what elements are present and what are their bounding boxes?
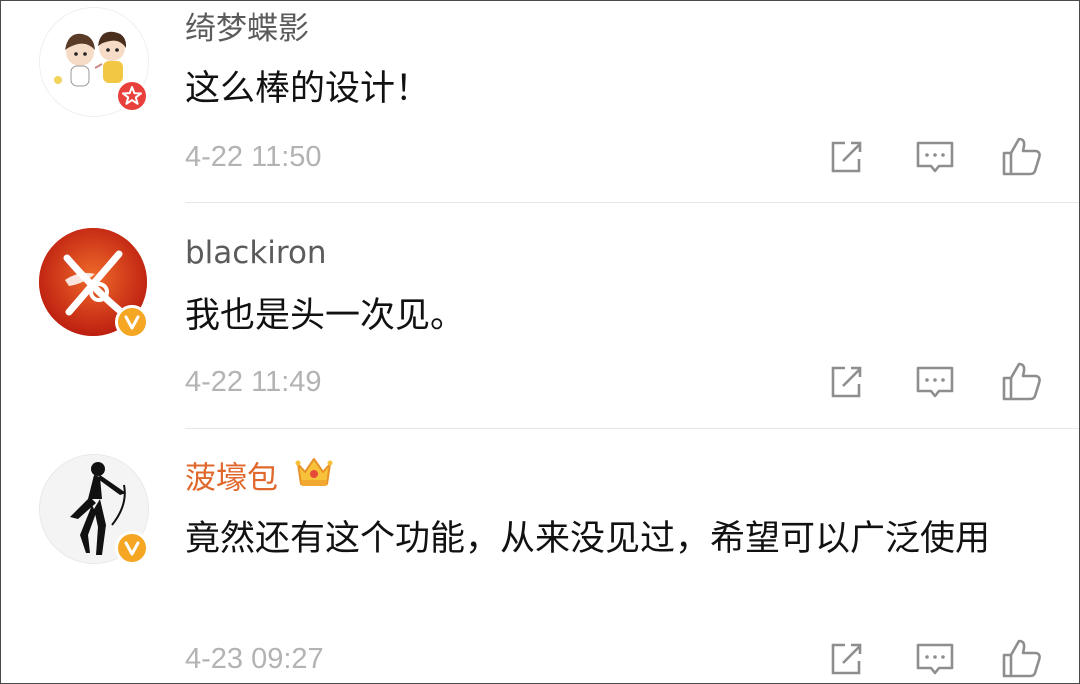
username-text: 菠壕包 [185, 460, 278, 497]
timestamp: 4-23 09:27 [185, 643, 324, 675]
timestamp: 4-22 11:50 [185, 141, 322, 173]
red-star-badge [115, 79, 149, 113]
comment-text: 竟然还有这个功能，从来没见过，希望可以广泛使用 [185, 519, 991, 559]
thumbs-up-icon[interactable] [999, 636, 1045, 682]
reply-icon[interactable] [912, 359, 958, 405]
comment-item: 菠壕包 竟然还有这个功能，从来没见过，希望可以广泛使用 4-23 09:27 [1, 429, 1079, 683]
comment-list: 绮梦蝶影 这么棒的设计！ 4-22 11:50 blackiron 我也是头一次… [0, 0, 1080, 684]
comment-actions [821, 134, 1045, 180]
comment-item: blackiron 我也是头一次见。 4-22 11:49 [1, 203, 1079, 429]
yellow-v-badge [115, 305, 149, 339]
share-icon[interactable] [823, 134, 869, 180]
username[interactable]: 绮梦蝶影 [185, 9, 309, 49]
yellow-v-badge [115, 531, 149, 565]
comment-actions [821, 359, 1045, 405]
share-icon[interactable] [823, 636, 869, 682]
comment-text: 这么棒的设计！ [185, 69, 431, 109]
username[interactable]: blackiron [185, 233, 327, 273]
crown-icon [294, 454, 334, 500]
username[interactable]: 菠壕包 [185, 457, 334, 503]
timestamp: 4-22 11:49 [185, 366, 322, 398]
comment-text: 我也是头一次见。 [185, 296, 466, 336]
reply-icon[interactable] [912, 636, 958, 682]
share-icon[interactable] [823, 359, 869, 405]
comment-actions [821, 636, 1045, 682]
thumbs-up-icon[interactable] [999, 134, 1045, 180]
reply-icon[interactable] [912, 134, 958, 180]
thumbs-up-icon[interactable] [999, 359, 1045, 405]
comment-item: 绮梦蝶影 这么棒的设计！ 4-22 11:50 [1, 1, 1079, 203]
